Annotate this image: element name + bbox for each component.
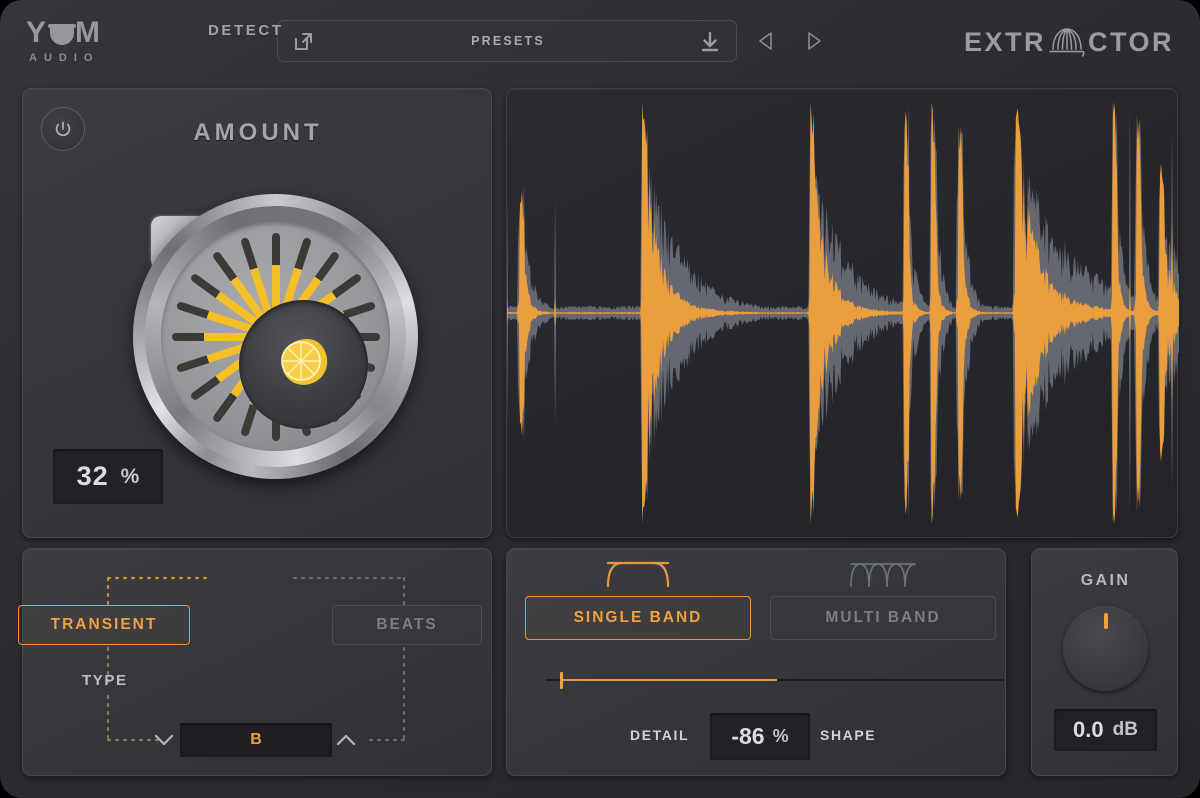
detail-value-unit: % xyxy=(773,726,789,747)
detect-label: DETECT xyxy=(208,22,284,39)
gain-value-unit: dB xyxy=(1113,719,1138,741)
detect-option-transient[interactable]: TRANSIENT xyxy=(18,605,190,645)
amount-knob[interactable] xyxy=(133,194,418,479)
waveform-display xyxy=(507,89,1179,537)
gain-value-display[interactable]: 0.0 dB xyxy=(1054,709,1157,751)
slider-handle[interactable] xyxy=(560,672,563,689)
knob-hub xyxy=(239,300,368,429)
band-option-multi-label: MULTI BAND xyxy=(825,609,940,627)
gain-knob[interactable] xyxy=(1063,606,1148,691)
detail-label: DETAIL xyxy=(630,727,689,743)
single-band-curve-icon xyxy=(600,558,676,588)
chevron-up-icon[interactable] xyxy=(334,729,358,751)
amount-title: AMOUNT xyxy=(23,119,493,147)
detect-option-beats[interactable]: BEATS xyxy=(332,605,482,645)
type-value-display[interactable]: B xyxy=(180,723,332,757)
band-option-multi[interactable]: MULTI BAND xyxy=(770,596,996,640)
chevron-down-icon[interactable] xyxy=(152,729,176,751)
product-name-left: EXTR xyxy=(964,27,1046,58)
slider-fill xyxy=(562,679,777,681)
bowl-glyph-icon xyxy=(50,28,74,45)
band-option-single[interactable]: SINGLE BAND xyxy=(525,596,751,640)
detail-value-number: -86 xyxy=(731,723,764,750)
detect-option-beats-label: BEATS xyxy=(376,616,437,634)
detect-option-transient-label: TRANSIENT xyxy=(51,616,158,634)
header-bar: Y M AUDIO PRESETS xyxy=(0,0,1200,82)
gain-title: GAIN xyxy=(1032,572,1179,590)
lemon-half-icon xyxy=(267,325,341,404)
amount-value-number: 32 xyxy=(77,461,109,492)
shape-label: SHAPE xyxy=(820,727,876,743)
waveform-wet-layer xyxy=(507,102,1179,523)
gain-value-number: 0.0 xyxy=(1073,717,1104,743)
product-name-right: CTOR xyxy=(1088,27,1174,58)
type-value: B xyxy=(250,731,262,749)
citrus-juicer-icon xyxy=(1047,25,1087,59)
waveform-panel[interactable] xyxy=(506,88,1178,538)
brand-logo: Y M AUDIO xyxy=(26,18,206,66)
knob-face xyxy=(161,222,390,451)
preset-next-button[interactable] xyxy=(803,29,825,53)
gain-knob-indicator xyxy=(1104,613,1108,629)
multi-band-curves-icon xyxy=(845,558,921,588)
type-label: TYPE xyxy=(82,672,128,689)
plugin-window: Y M AUDIO PRESETS xyxy=(0,0,1200,798)
band-option-single-label: SINGLE BAND xyxy=(574,609,703,627)
detail-value-display[interactable]: -86 % xyxy=(710,713,810,760)
preset-label: PRESETS xyxy=(278,21,738,61)
amount-value-display[interactable]: 32 % xyxy=(53,449,163,504)
brand-subtitle: AUDIO xyxy=(26,52,206,64)
preset-prev-button[interactable] xyxy=(755,29,777,53)
preset-bar[interactable]: PRESETS xyxy=(277,20,737,62)
gain-panel: GAIN 0.0 dB xyxy=(1031,548,1178,776)
brand-name: Y M xyxy=(26,18,206,48)
amount-value-unit: % xyxy=(121,465,140,489)
detail-shape-slider[interactable] xyxy=(546,672,1004,688)
download-icon[interactable] xyxy=(698,30,722,54)
product-logo: EXTR CTOR xyxy=(964,25,1174,59)
open-external-icon[interactable] xyxy=(292,30,316,54)
amount-panel: AMOUNT xyxy=(22,88,492,538)
